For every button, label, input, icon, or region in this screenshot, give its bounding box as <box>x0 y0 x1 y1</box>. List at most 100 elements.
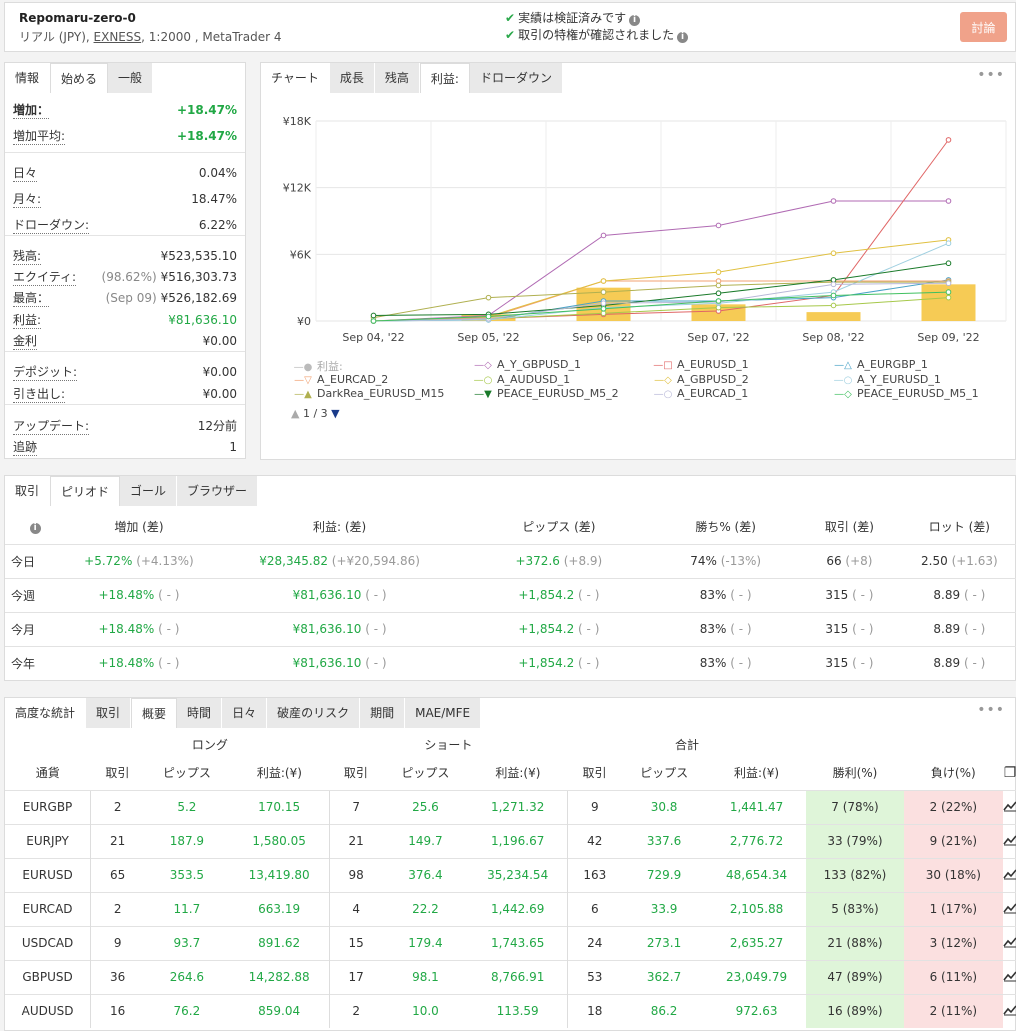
summary-column-header[interactable]: 利益:(¥) <box>468 756 568 790</box>
series-point[interactable] <box>830 250 837 257</box>
series-point[interactable] <box>945 240 952 247</box>
series-point[interactable] <box>485 313 492 320</box>
tab-start[interactable]: 始める <box>50 63 109 93</box>
summary-column-header[interactable]: 取引 <box>91 756 145 790</box>
tab-growth[interactable]: 成長 <box>329 63 375 93</box>
trend-chart-icon[interactable] <box>1003 959 1016 994</box>
adv-tab[interactable]: 日々 <box>222 698 268 728</box>
tab-chart[interactable]: チャート <box>261 63 330 93</box>
tab-profit[interactable]: 利益: <box>419 63 470 93</box>
summary-column-header[interactable]: ピップス <box>383 756 468 790</box>
summary-column-header[interactable]: ピップス <box>144 756 229 790</box>
series-point[interactable] <box>600 300 607 307</box>
series-point[interactable] <box>600 305 607 312</box>
legend-item[interactable]: —○ A_EURCAD_1 <box>651 387 749 400</box>
summary-column-header[interactable]: 勝利(%) <box>806 756 903 790</box>
series-point[interactable] <box>600 278 607 284</box>
legend-item[interactable]: —○ A_Y_EURUSD_1 <box>831 373 941 386</box>
tab-general[interactable]: 一般 <box>108 63 154 93</box>
series-point[interactable] <box>945 260 952 267</box>
series-point[interactable] <box>600 289 607 295</box>
series-point[interactable] <box>715 290 722 297</box>
legend-item[interactable]: —◇ A_Y_GBPUSD_1 <box>471 358 581 371</box>
legend-item[interactable]: —▽ A_EURCAD_2 <box>291 373 388 386</box>
adv-tab[interactable]: 破産のリスク <box>267 698 361 728</box>
tab-balance[interactable]: 残高 <box>374 63 420 93</box>
tab-info[interactable]: 情報 <box>5 63 51 93</box>
legend-item[interactable]: —○ A_AUDUSD_1 <box>471 373 570 386</box>
series-point[interactable] <box>370 318 377 324</box>
series-point[interactable] <box>830 198 837 204</box>
legend-item[interactable]: —□ A_EURUSD_1 <box>651 358 748 371</box>
legend-item[interactable]: —▲ DarkRea_EURUSD_M15 <box>291 387 444 400</box>
tab-browser[interactable]: ブラウザー <box>177 476 259 506</box>
series-point[interactable] <box>830 292 837 299</box>
series-point[interactable] <box>945 280 952 287</box>
adv-tab[interactable]: 時間 <box>177 698 223 728</box>
summary-column-header[interactable]: 取引 <box>329 756 383 790</box>
info-icon[interactable]: i <box>629 15 641 26</box>
period-column-header[interactable]: ロット (差) <box>902 510 1016 544</box>
trend-chart-icon[interactable] <box>1003 891 1016 926</box>
legend-item[interactable]: —◇ A_GBPUSD_2 <box>651 373 749 386</box>
tab-period[interactable]: ピリオド <box>50 476 121 506</box>
period-cell: +18.48% ( - ) <box>62 645 216 680</box>
info-icon[interactable]: i <box>29 523 41 535</box>
summary-column-header[interactable]: 取引 <box>568 756 622 790</box>
legend-marker-icon: —□ <box>653 360 673 371</box>
page-down-icon[interactable]: ▼ <box>331 407 339 420</box>
series-point[interactable] <box>715 269 722 275</box>
summary-column-header[interactable]: ピップス <box>621 756 706 790</box>
more-options-icon[interactable]: ••• <box>977 67 1005 83</box>
series-point[interactable] <box>830 277 837 283</box>
legend-item[interactable]: —△ A_EURGBP_1 <box>831 358 928 371</box>
discuss-button[interactable]: 討論 <box>960 12 1007 42</box>
period-value: 2.50 <box>921 554 948 568</box>
series-point[interactable] <box>945 198 952 204</box>
series-point[interactable] <box>715 304 722 311</box>
tab-trades[interactable]: 取引 <box>5 476 51 506</box>
series-point[interactable] <box>600 232 607 239</box>
series-point[interactable] <box>715 222 722 229</box>
summary-column-header[interactable]: 通貨 <box>5 756 91 790</box>
series-point[interactable] <box>945 137 952 143</box>
trend-chart-icon[interactable] <box>1003 823 1016 858</box>
series-point[interactable] <box>715 278 722 284</box>
adv-tab[interactable]: 高度な統計 <box>5 698 87 728</box>
period-column-header[interactable]: 利益: (差) <box>216 510 464 544</box>
period-column-header[interactable]: ピップス (差) <box>464 510 655 544</box>
info-icon[interactable]: i <box>677 32 689 43</box>
summary-column-header[interactable]: 負け(%) <box>904 756 1003 790</box>
legend-item[interactable]: —◇ PEACE_EURUSD_M5_1 <box>831 387 979 400</box>
tab-drawdown[interactable]: ドローダウン <box>469 63 563 93</box>
adv-tab[interactable]: MAE/MFE <box>405 698 482 728</box>
series-point[interactable] <box>370 312 377 319</box>
series-point[interactable] <box>715 282 722 289</box>
summary-column-header[interactable]: 利益:(¥) <box>230 756 330 790</box>
adv-tab[interactable]: 取引 <box>86 698 132 728</box>
summary-column-header[interactable]: 利益:(¥) <box>707 756 807 790</box>
trend-chart-icon[interactable] <box>1003 789 1016 824</box>
series-point[interactable] <box>830 302 837 309</box>
adv-tab[interactable]: 概要 <box>131 698 178 728</box>
trend-chart-icon[interactable] <box>1003 925 1016 960</box>
period-column-header[interactable]: 勝ち% (差) <box>654 510 797 544</box>
series-point[interactable] <box>945 289 952 295</box>
series-point[interactable] <box>715 298 722 304</box>
period-column-header[interactable]: 取引 (差) <box>797 510 902 544</box>
legend-item[interactable]: —▼ PEACE_EURUSD_M5_2 <box>471 387 619 400</box>
adv-tab[interactable]: 期間 <box>360 698 406 728</box>
profit-bar[interactable] <box>806 312 861 321</box>
broker-link[interactable]: EXNESS <box>94 30 142 44</box>
trend-chart-icon[interactable] <box>1003 857 1016 892</box>
series-point[interactable] <box>485 294 492 301</box>
series-point[interactable] <box>945 294 952 301</box>
period-column-header[interactable]: 増加 (差) <box>62 510 215 544</box>
page-up-icon[interactable]: ▲ <box>291 407 299 420</box>
more-options-icon[interactable]: ••• <box>977 702 1005 718</box>
series-point[interactable] <box>830 281 837 288</box>
tab-goals[interactable]: ゴール <box>120 476 178 506</box>
trend-chart-icon[interactable] <box>1003 993 1016 1028</box>
copy-icon[interactable]: ❐ <box>1003 756 1016 790</box>
series-point[interactable] <box>600 310 607 317</box>
